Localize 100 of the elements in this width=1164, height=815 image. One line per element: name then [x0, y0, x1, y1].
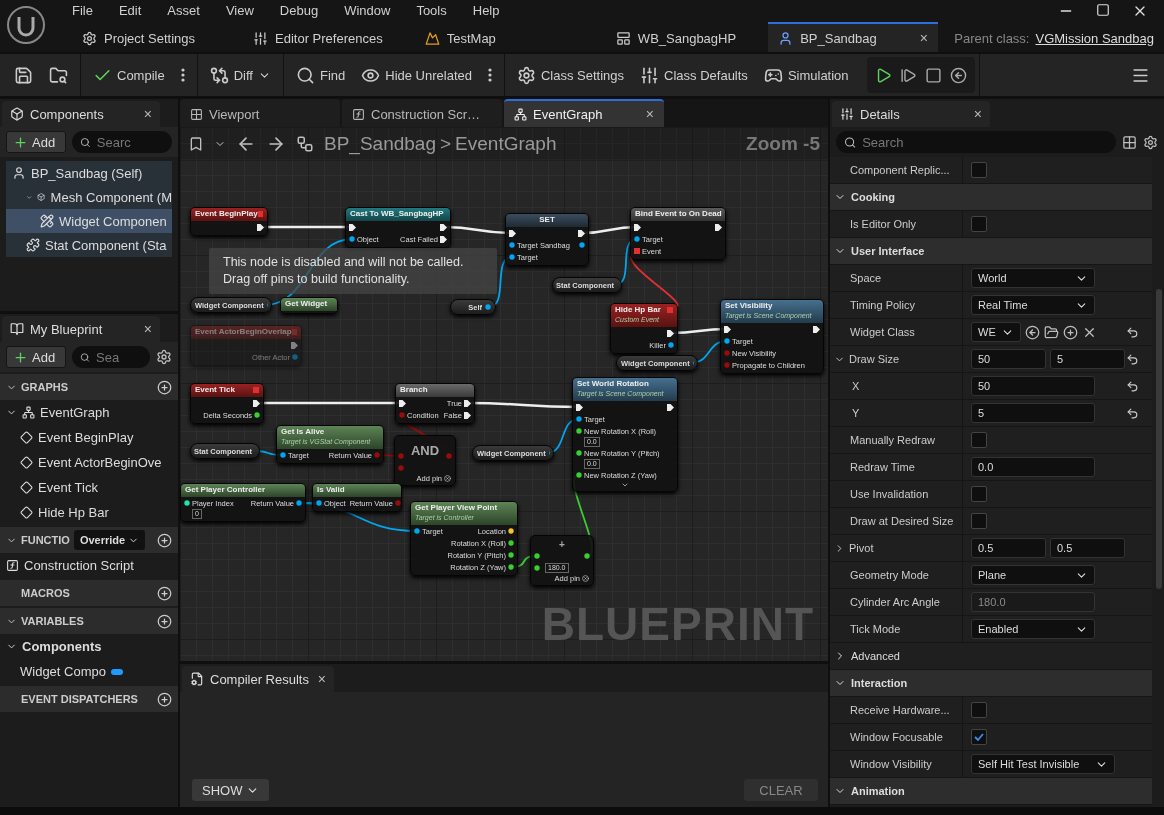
- add-icon[interactable]: [1063, 324, 1078, 340]
- reset-arrow-icon[interactable]: [1126, 352, 1139, 366]
- exec-pin-icon[interactable]: [724, 325, 731, 333]
- panel-tab[interactable]: Components ×: [2, 101, 160, 127]
- tree-item[interactable]: Widget Componen: [6, 209, 172, 233]
- asset-tab[interactable]: WB_SangbagHP: [605, 22, 747, 52]
- panel-tab[interactable]: Compiler Results ×: [182, 666, 334, 692]
- maximize-icon[interactable]: [1096, 3, 1110, 17]
- close-button[interactable]: ×: [919, 30, 928, 46]
- checkbox[interactable]: [971, 216, 987, 232]
- menu-item[interactable]: Window: [344, 2, 391, 18]
- panel-tab[interactable]: Details ×: [832, 101, 990, 127]
- asset-tab[interactable]: Project Settings: [72, 22, 206, 52]
- tree-item[interactable]: BP_Sandbag (Self): [6, 161, 172, 185]
- checkbox[interactable]: [971, 729, 987, 745]
- exec-pin-icon[interactable]: [253, 399, 260, 407]
- exec-pin-icon[interactable]: [813, 325, 820, 333]
- reset-arrow-icon[interactable]: [1126, 406, 1139, 420]
- menu-item[interactable]: Debug: [279, 2, 319, 18]
- exec-pin-icon[interactable]: [257, 223, 264, 231]
- data-pin-icon[interactable]: [508, 540, 514, 546]
- blueprint-item[interactable]: Event BeginPlay: [0, 425, 178, 450]
- number-field[interactable]: 0.5: [971, 538, 1046, 558]
- close-button[interactable]: ×: [143, 106, 152, 122]
- graph-tab[interactable]: Viewport: [180, 99, 340, 127]
- graph-tab[interactable]: EventGraph ×: [504, 99, 664, 127]
- toolbar-button[interactable]: Compile: [85, 59, 173, 91]
- asset-tab[interactable]: TestMap: [414, 22, 506, 52]
- reset-arrow-icon[interactable]: [1126, 325, 1139, 339]
- number-field[interactable]: 0.0: [971, 457, 1095, 477]
- data-pin-icon[interactable]: [316, 500, 322, 506]
- grid-icon[interactable]: [1122, 134, 1137, 150]
- data-pin-icon[interactable]: [509, 242, 515, 248]
- section-header[interactable]: EVENT DISPATCHERS: [0, 686, 178, 712]
- exec-pin-icon[interactable]: [349, 223, 356, 231]
- exec-pin-icon[interactable]: [667, 403, 674, 411]
- data-pin-icon[interactable]: [534, 553, 540, 559]
- close-button[interactable]: ×: [973, 106, 982, 122]
- number-field[interactable]: 5: [971, 403, 1095, 423]
- data-pin-icon[interactable]: [508, 564, 514, 570]
- checkbox[interactable]: [971, 486, 987, 502]
- blueprint-item[interactable]: Event Tick: [0, 475, 178, 500]
- data-pin-icon[interactable]: [508, 528, 514, 534]
- dropdown[interactable]: Self Hit Test Invisible: [971, 754, 1115, 774]
- exec-pin-icon[interactable]: [634, 223, 641, 231]
- data-pin-icon[interactable]: [280, 452, 286, 458]
- data-pin-icon[interactable]: [184, 500, 190, 506]
- close-button[interactable]: ×: [143, 321, 152, 337]
- search-input[interactable]: Sea: [94, 348, 142, 366]
- toolbar-button[interactable]: Simulation: [755, 59, 857, 91]
- graph-node[interactable]: Event BeginPlay: [190, 207, 268, 236]
- close-button[interactable]: ×: [317, 671, 326, 687]
- data-pin-icon[interactable]: [576, 428, 582, 434]
- data-pin-icon[interactable]: [668, 342, 674, 348]
- number-field[interactable]: 50: [971, 376, 1095, 396]
- exec-pin-icon[interactable]: [667, 329, 674, 337]
- section-header[interactable]: FUNCTIO Override: [0, 527, 178, 553]
- parent-class-link[interactable]: VGMission Sandbag: [1035, 31, 1154, 46]
- search-input[interactable]: Searc: [94, 133, 164, 151]
- data-pin-icon[interactable]: [534, 565, 540, 571]
- data-pin-icon[interactable]: [508, 552, 514, 558]
- number-field[interactable]: 50: [971, 349, 1046, 369]
- section-header[interactable]: MACROS: [0, 580, 178, 606]
- exec-pin-icon[interactable]: [576, 403, 583, 411]
- graph-node[interactable]: Get Widget: [280, 297, 338, 314]
- data-pin-icon[interactable]: [579, 242, 585, 248]
- checkbox[interactable]: [971, 432, 987, 448]
- dropdown[interactable]: Real Time: [971, 295, 1095, 315]
- exec-pin-icon[interactable]: [440, 223, 447, 231]
- menu-item[interactable]: View: [225, 2, 254, 18]
- dropdown[interactable]: Enabled: [971, 619, 1095, 639]
- number-field[interactable]: 5: [1050, 349, 1125, 369]
- dropdown[interactable]: World: [971, 268, 1095, 288]
- data-pin-icon[interactable]: [414, 528, 420, 534]
- exec-pin-icon[interactable]: [399, 399, 406, 407]
- dropdown[interactable]: Plane: [971, 565, 1095, 585]
- data-pin-icon[interactable]: [584, 553, 590, 559]
- search-field[interactable]: Search: [836, 131, 1116, 153]
- add-icon[interactable]: [157, 613, 172, 629]
- menu-item[interactable]: Edit: [118, 2, 142, 18]
- breadcrumb-link[interactable]: BP_Sandbag: [324, 133, 436, 155]
- expand-chevron-icon[interactable]: [621, 481, 629, 489]
- browse-folder-icon[interactable]: [1044, 324, 1059, 340]
- close-button[interactable]: ×: [645, 106, 654, 122]
- data-pin-icon[interactable]: [254, 412, 260, 418]
- reset-arrow-icon[interactable]: [1126, 379, 1139, 393]
- toolbar-button[interactable]: Hide Unrelated: [353, 59, 480, 91]
- toolbar-button[interactable]: Class Settings: [508, 59, 633, 91]
- override-dropdown[interactable]: Override: [73, 530, 146, 550]
- panel-tab[interactable]: My Blueprint ×: [2, 316, 160, 342]
- menu-item[interactable]: Help: [472, 2, 500, 18]
- checkbox[interactable]: [971, 513, 987, 529]
- data-pin-icon[interactable]: [485, 304, 491, 310]
- number-field[interactable]: 0.5: [1050, 538, 1125, 558]
- section-header[interactable]: VARIABLES: [0, 608, 178, 634]
- exec-pin-icon[interactable]: [464, 399, 471, 407]
- checkbox[interactable]: [971, 162, 987, 178]
- logo-icon[interactable]: [6, 5, 46, 45]
- data-pin-icon[interactable]: [576, 450, 582, 456]
- data-pin-icon[interactable]: [509, 254, 515, 260]
